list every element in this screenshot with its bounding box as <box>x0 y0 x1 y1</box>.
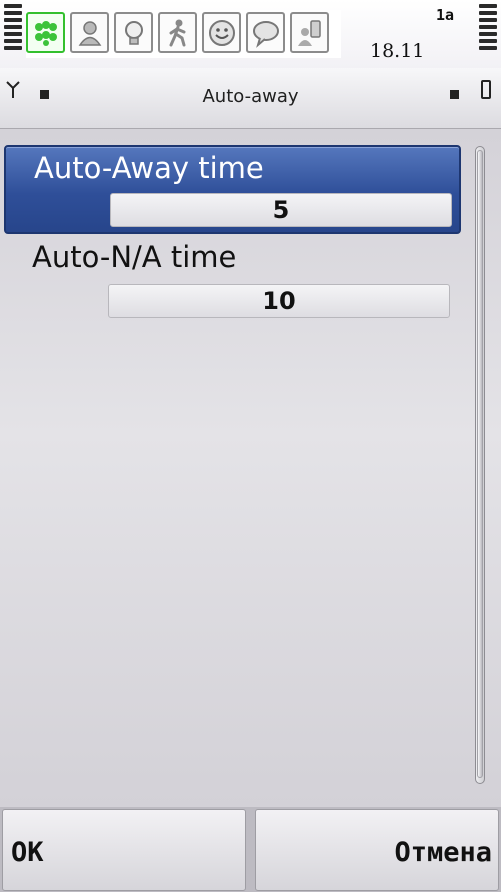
app-icon-tray <box>26 10 341 58</box>
softkey-bar: OK Отмена <box>0 807 501 892</box>
battery-icon <box>481 80 491 99</box>
field-value: 10 <box>262 287 296 315</box>
person-icon[interactable] <box>70 12 109 53</box>
auto-away-time-field[interactable]: 5 <box>110 193 452 227</box>
setting-label: Auto-Away time <box>34 151 264 185</box>
smiley-icon[interactable] <box>202 12 241 53</box>
status-bar: 1a 18.11 <box>0 0 501 68</box>
lightbulb-icon[interactable] <box>114 12 153 53</box>
field-value: 5 <box>272 196 290 224</box>
status-indicator: 1a <box>436 6 455 24</box>
status-area: 1a 18.11 <box>342 0 477 68</box>
battery-square-icon <box>450 90 459 99</box>
auto-na-time-field[interactable]: 10 <box>108 284 450 318</box>
page-title: Auto-away <box>202 86 299 107</box>
setting-auto-away-time[interactable]: Auto-Away time 5 <box>4 145 461 234</box>
scrollbar-thumb[interactable] <box>477 150 483 778</box>
battery-level-indicator <box>479 4 497 53</box>
setting-auto-na-time[interactable]: Auto-N/A time 10 <box>4 236 461 325</box>
contacts-icon[interactable] <box>26 12 65 53</box>
speech-bubble-icon[interactable] <box>246 12 285 53</box>
title-bar: Auto-away <box>0 68 501 129</box>
clock: 18.11 <box>370 40 425 62</box>
cancel-button[interactable]: Отмена <box>255 809 499 891</box>
setting-label: Auto-N/A time <box>32 240 237 274</box>
signal-strength-indicator <box>4 4 22 53</box>
walking-person-icon[interactable] <box>158 12 197 53</box>
cancel-button-label: Отмена <box>394 837 492 868</box>
phone-person-icon[interactable] <box>290 12 329 53</box>
ok-button[interactable]: OK <box>2 809 246 891</box>
ok-button-label: OK <box>11 837 44 868</box>
scrollbar[interactable] <box>470 146 492 784</box>
